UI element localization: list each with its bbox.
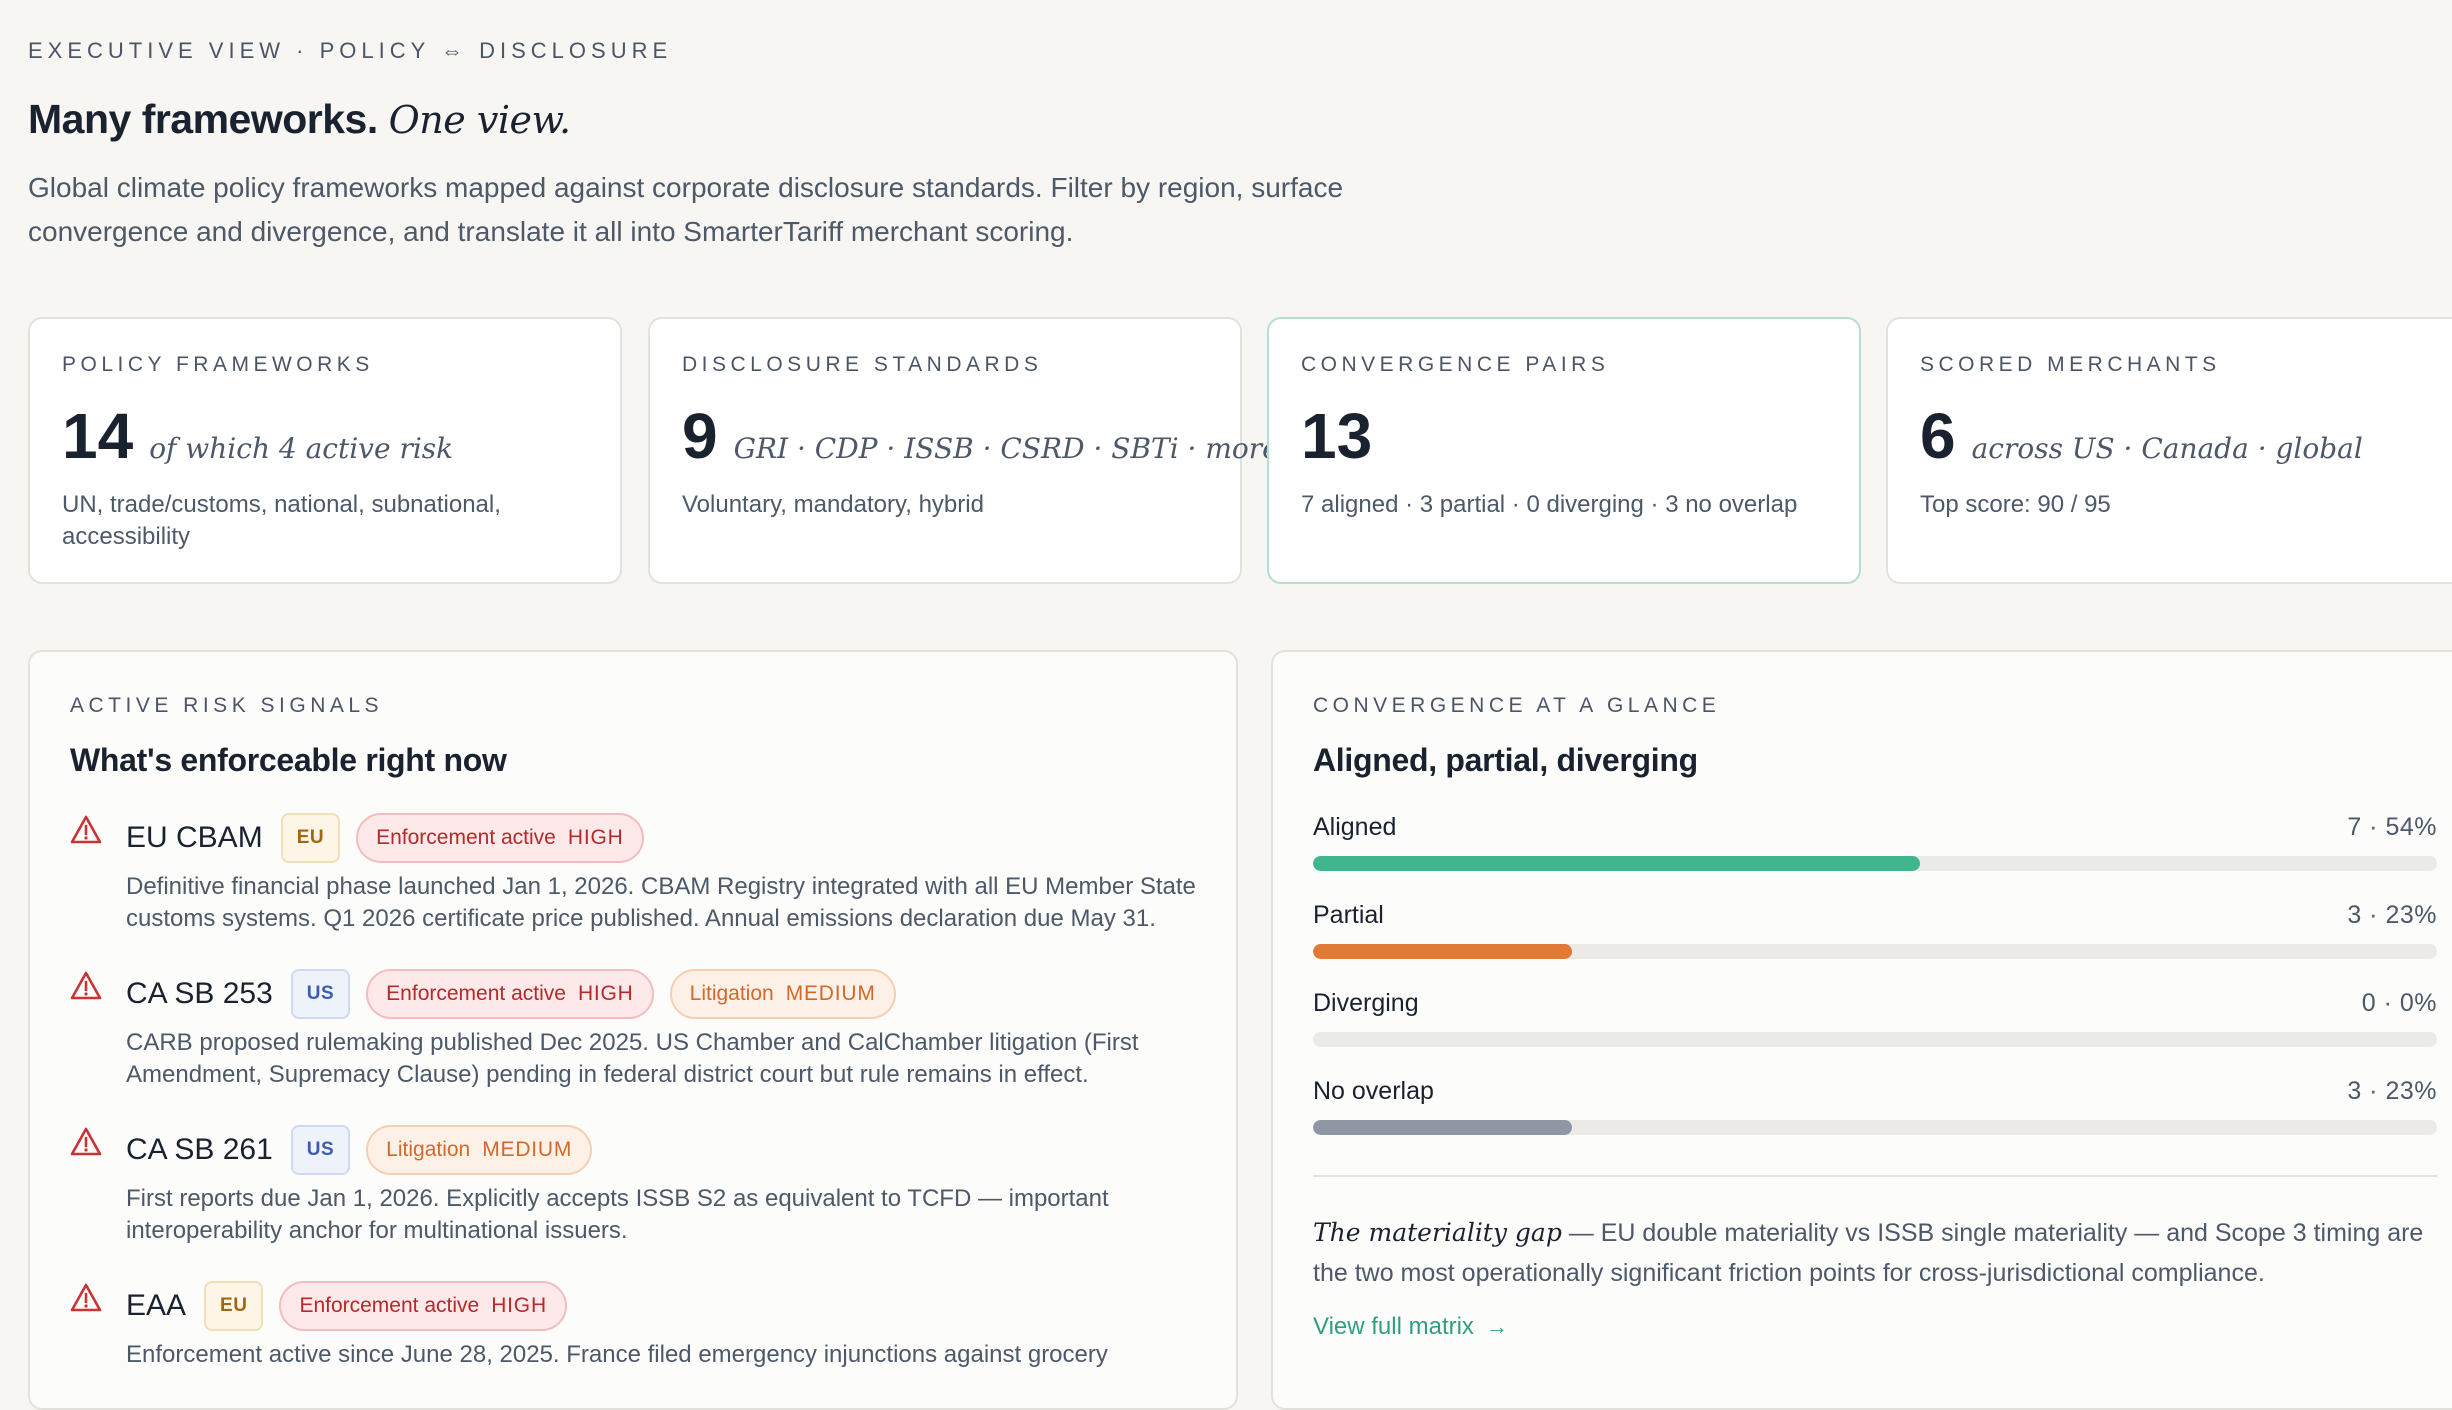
convergence-count: 7 · 54% [2347,813,2437,841]
risk-pill-litigation: Litigation MEDIUM [366,1125,593,1175]
risk-pill-label: Litigation [386,1138,471,1161]
stat-label: DISCLOSURE STANDARDS [682,353,1043,376]
risk-pill-level: HIGH [577,982,634,1005]
risk-item-eaa[interactable]: EAA EU Enforcement active HIGH Enforceme… [70,1281,1196,1371]
convergence-bars: Aligned 7 · 54% Partial 3 · 23% Divergin… [1313,813,2437,1341]
progress-fill [1313,944,1572,959]
risk-name: EAA [126,1289,187,1322]
warning-triangle-icon [70,971,102,1000]
risk-name: EU CBAM [126,821,263,854]
progress-track [1313,1120,2437,1135]
stat-card-scored-merchants[interactable]: SCORED MERCHANTS 6 across US · Canada · … [1886,317,2452,584]
stat-note: GRI · CDP · ISSB · CSRD · SBTi · more [733,432,1279,465]
page-title-bold: Many frameworks. [28,96,378,142]
progress-fill [1313,1120,1572,1135]
stat-label: CONVERGENCE PAIRS [1301,353,1610,376]
convergence-panel: CONVERGENCE AT A GLANCE Aligned, partial… [1271,650,2452,1410]
stat-sub: Top score: 90 / 95 [1920,491,2111,518]
risk-pill-enforcement: Enforcement active HIGH [366,969,654,1019]
page-title: Many frameworks. One view. [28,96,571,143]
progress-fill [1313,856,1920,871]
page-title-italic: One view. [388,98,571,142]
risk-description: CARB proposed rulemaking published Dec 2… [126,1029,1139,1088]
risk-pill-level: MEDIUM [482,1138,573,1161]
stat-label: POLICY FRAMEWORKS [62,353,374,376]
progress-track [1313,944,2437,959]
stat-sub: 7 aligned · 3 partial · 0 diverging · 3 … [1301,491,1798,518]
convergence-label: Aligned [1313,813,1397,841]
stat-value: 14 [62,400,134,472]
stat-value: 6 [1920,400,1956,472]
stat-card-convergence-pairs[interactable]: CONVERGENCE PAIRS 13 7 aligned · 3 parti… [1267,317,1861,584]
risk-pill-enforcement: Enforcement active HIGH [356,813,644,863]
risk-pill-litigation: Litigation MEDIUM [669,969,896,1019]
risk-name: CA SB 253 [126,977,273,1010]
region-badge: EU [204,1281,264,1331]
warning-triangle-icon [70,1283,102,1312]
risk-item-ca-sb-261[interactable]: CA SB 261 US Litigation MEDIUM First rep… [70,1125,1196,1247]
risk-pill-level: MEDIUM [785,982,876,1005]
risk-description: First reports due Jan 1, 2026. Explicitl… [126,1185,1109,1244]
stat-value: 9 [682,400,718,472]
warning-triangle-icon [70,1127,102,1156]
page-eyebrow: EXECUTIVE VIEW · POLICY ⇔ DISCLOSURE [28,38,673,63]
stat-sub: UN, trade/customs, national, subnational… [62,491,501,550]
divider [1313,1175,2437,1177]
convergence-count: 0 · 0% [2361,989,2437,1017]
materiality-note-lead: The materiality gap [1313,1218,1562,1247]
stat-note: of which 4 active risk [149,432,454,465]
convergence-row-diverging: Diverging 0 · 0% [1313,989,2437,1047]
risk-item-eu-cbam[interactable]: EU CBAM EU Enforcement active HIGH Defin… [70,813,1196,935]
risk-pill-enforcement: Enforcement active HIGH [279,1281,567,1331]
panel-title: What's enforceable right now [70,742,507,778]
stat-label: SCORED MERCHANTS [1920,353,2221,376]
convergence-row-aligned: Aligned 7 · 54% [1313,813,2437,871]
panel-eyebrow: CONVERGENCE AT A GLANCE [1313,694,1721,717]
stat-note: across US · Canada · global [1971,432,2363,465]
arrow-right-icon: → [1485,1314,1508,1339]
progress-track [1313,1032,2437,1047]
region-badge: EU [280,813,341,863]
region-badge: US [290,1125,351,1175]
risk-description: Enforcement active since June 28, 2025. … [126,1341,1108,1368]
page-lede: Global climate policy frameworks mapped … [28,172,1344,247]
convergence-label: No overlap [1313,1077,1434,1105]
risk-item-ca-sb-253[interactable]: CA SB 253 US Enforcement active HIGH Lit… [70,969,1196,1091]
convergence-count: 3 · 23% [2347,901,2437,929]
risk-pill-label: Enforcement active [299,1294,480,1317]
materiality-note: The materiality gap — EU double material… [1313,1213,2437,1293]
risk-name: CA SB 261 [126,1133,273,1166]
convergence-count: 3 · 23% [2347,1077,2437,1105]
convergence-row-no-overlap: No overlap 3 · 23% [1313,1077,2437,1135]
view-full-matrix-link[interactable]: View full matrix → [1313,1313,1508,1341]
risk-pill-label: Enforcement active [386,982,566,1005]
convergence-label: Diverging [1313,989,1419,1017]
stat-card-policy-frameworks[interactable]: POLICY FRAMEWORKS 14 of which 4 active r… [28,317,622,584]
stat-value: 13 [1301,400,1373,472]
convergence-label: Partial [1313,901,1384,929]
region-badge: US [290,969,351,1019]
panel-title: Aligned, partial, diverging [1313,742,1698,778]
risk-pill-level: HIGH [491,1294,547,1317]
risk-description: Definitive financial phase launched Jan … [126,873,1196,932]
risk-pill-label: Enforcement active [376,826,556,849]
active-risk-panel: ACTIVE RISK SIGNALS What's enforceable r… [28,650,1238,1410]
risk-pill-label: Litigation [689,982,774,1005]
convergence-row-partial: Partial 3 · 23% [1313,901,2437,959]
panel-eyebrow: ACTIVE RISK SIGNALS [70,694,384,717]
link-label: View full matrix [1313,1313,1474,1340]
stat-sub: Voluntary, mandatory, hybrid [682,491,984,518]
warning-triangle-icon [70,815,102,844]
stat-card-disclosure-standards[interactable]: DISCLOSURE STANDARDS 9 GRI · CDP · ISSB … [648,317,1279,584]
risk-pill-level: HIGH [567,826,624,849]
progress-track [1313,856,2437,871]
